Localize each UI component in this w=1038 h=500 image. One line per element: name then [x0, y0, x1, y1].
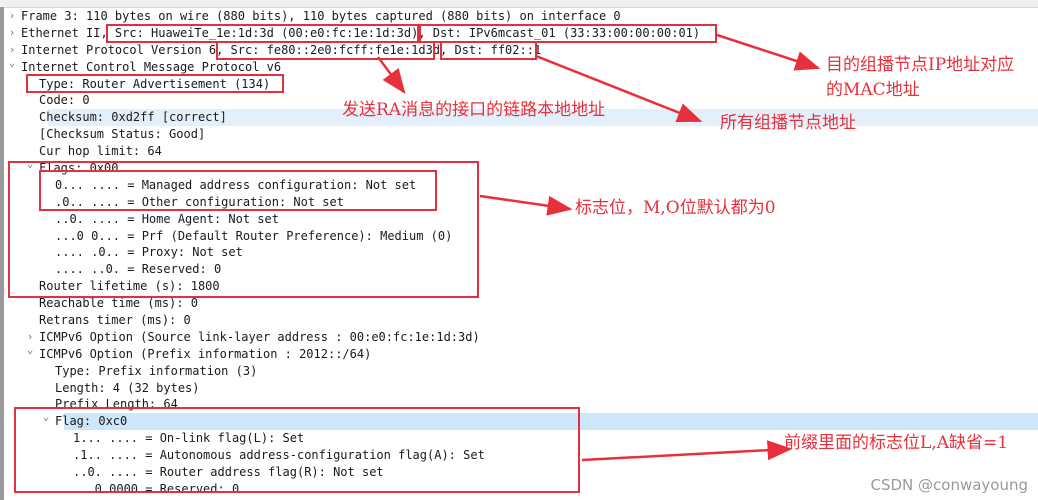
- arrow-src-note: [376, 56, 406, 95]
- annotation-all-nodes: 所有组播节点地址: [720, 113, 856, 133]
- arrow-flags-note: [479, 194, 573, 216]
- annotation-mac-line1: 目的组播节点IP地址对应: [826, 55, 1015, 75]
- annotation-mac-address: 目的组播节点IP地址对应 的MAC地址: [826, 50, 1014, 100]
- arrow-mac-note: [716, 33, 821, 71]
- arrow-prefix-flag-note: [581, 440, 793, 462]
- annotation-mac-line2: 的MAC地址: [826, 80, 920, 100]
- watermark: CSDN @conwayoung: [870, 476, 1028, 494]
- annotation-src-link-local: 发送RA消息的接口的链路本地地址: [342, 100, 606, 120]
- annotation-prefix-flags: 前缀里面的标志位L,A缺省=1: [784, 433, 1009, 453]
- annotation-mo-flags: 标志位，M,O位默认都为0: [575, 198, 776, 218]
